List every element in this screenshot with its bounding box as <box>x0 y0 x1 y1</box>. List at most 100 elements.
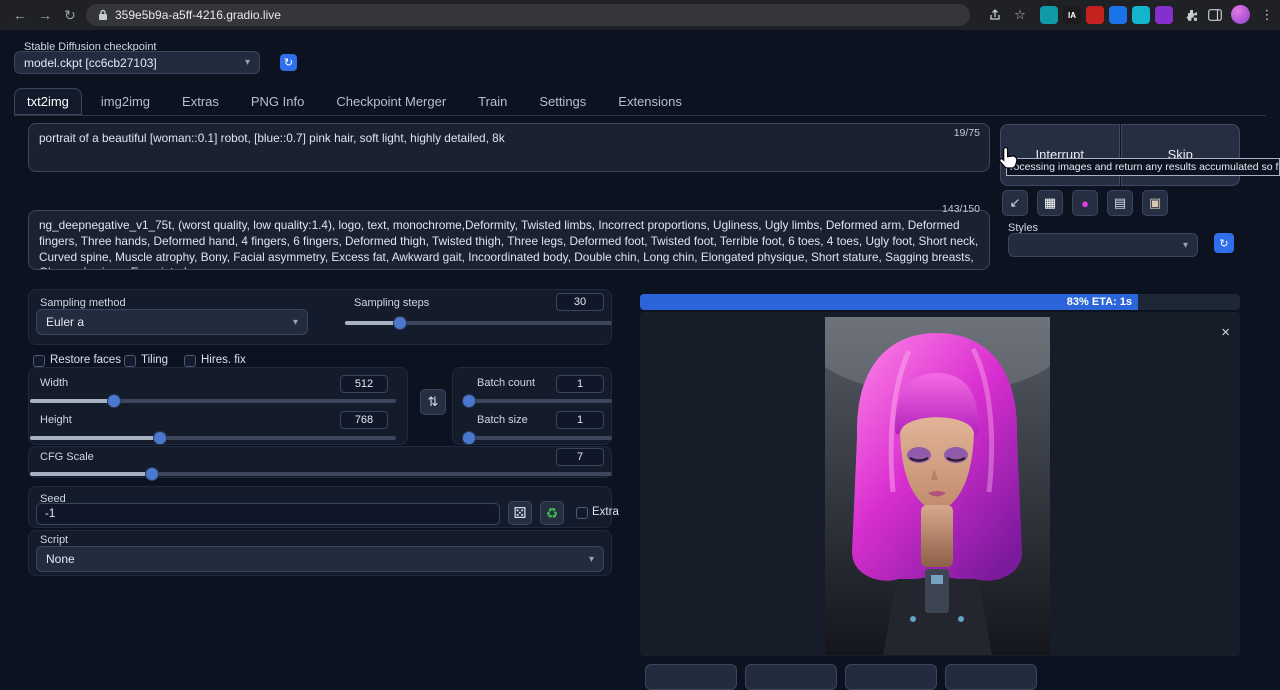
bottom-action-button[interactable] <box>645 664 737 690</box>
output-gallery: × <box>640 312 1240 656</box>
bookmark-star-icon[interactable]: ☆ <box>1010 5 1030 25</box>
chevron-down-icon: ▾ <box>293 317 298 328</box>
sampling-method-dropdown[interactable]: Euler a ▾ <box>36 309 308 335</box>
chevron-down-icon: ▾ <box>1183 240 1188 251</box>
batch-size-input[interactable] <box>556 411 604 429</box>
height-label: Height <box>40 414 72 426</box>
checkpoint-dropdown[interactable]: model.ckpt [cc6cb27103] ▾ <box>14 51 260 74</box>
width-slider[interactable] <box>30 394 396 408</box>
extension-purple-icon[interactable] <box>1155 6 1173 24</box>
main-tabs: txt2img img2img Extras PNG Info Checkpoi… <box>14 88 1266 116</box>
sampling-steps-label: Sampling steps <box>354 297 429 309</box>
slider-handle[interactable] <box>146 468 158 480</box>
negative-prompt-textarea[interactable]: ng_deepnegative_v1_75t, (worst quality, … <box>28 210 990 270</box>
slider-track[interactable] <box>465 436 612 440</box>
cfg-scale-slider[interactable] <box>30 467 612 481</box>
bottom-action-button[interactable] <box>945 664 1037 690</box>
height-input[interactable] <box>340 411 388 429</box>
interrupt-button[interactable]: Interrupt <box>1000 124 1120 186</box>
refresh-styles-button[interactable]: ↻ <box>1214 233 1234 253</box>
refresh-checkpoints-button[interactable]: ↻ <box>280 54 297 71</box>
tiling-label: Tiling <box>141 354 168 366</box>
chevron-down-icon: ▾ <box>245 57 250 68</box>
tab-extensions[interactable]: Extensions <box>605 88 695 115</box>
slider-handle[interactable] <box>394 317 406 329</box>
tab-train[interactable]: Train <box>465 88 520 115</box>
reuse-seed-recycle-icon[interactable]: ♻ <box>540 501 564 525</box>
script-value: None <box>46 552 75 566</box>
cfg-scale-input[interactable] <box>556 448 604 466</box>
extension-ia-icon[interactable]: IA <box>1063 6 1081 24</box>
tab-png-info[interactable]: PNG Info <box>238 88 317 115</box>
batch-count-label: Batch count <box>477 377 535 389</box>
close-icon[interactable]: × <box>1221 324 1230 341</box>
puzzle-extensions-icon[interactable] <box>1181 5 1201 25</box>
seed-extra-checkbox[interactable] <box>576 507 588 519</box>
browser-forward-button[interactable]: → <box>33 3 57 27</box>
hires-fix-checkbox[interactable] <box>184 355 196 367</box>
styles-dropdown[interactable]: ▾ <box>1008 233 1198 257</box>
tab-img2img[interactable]: img2img <box>88 88 163 115</box>
skip-button[interactable]: Skip <box>1121 124 1241 186</box>
slider-fill <box>345 321 400 325</box>
seed-input[interactable] <box>36 503 500 525</box>
sampling-steps-slider[interactable] <box>345 316 612 330</box>
sampling-steps-input[interactable] <box>556 293 604 311</box>
browser-menu-icon[interactable]: ⋮ <box>1257 5 1277 25</box>
width-label: Width <box>40 377 68 389</box>
cfg-scale-label: CFG Scale <box>40 451 94 463</box>
batch-size-slider[interactable] <box>465 431 612 445</box>
chevron-down-icon: ▾ <box>589 554 594 565</box>
width-input[interactable] <box>340 375 388 393</box>
extension-cyan-icon[interactable] <box>1132 6 1150 24</box>
negative-prompt-token-counter: 143/150 <box>880 203 980 215</box>
bottom-action-button[interactable] <box>845 664 937 690</box>
batch-count-input[interactable] <box>556 375 604 393</box>
bottom-action-button[interactable] <box>745 664 837 690</box>
palette-icon[interactable]: ● <box>1072 190 1098 216</box>
sampling-method-value: Euler a <box>46 315 84 329</box>
restore-faces-checkbox[interactable] <box>33 355 45 367</box>
address-bar[interactable]: 359e5b9a-a5ff-4216.gradio.live <box>86 4 970 26</box>
checkpoint-value: model.ckpt [cc6cb27103] <box>24 56 157 70</box>
hires-fix-label: Hires. fix <box>201 354 246 366</box>
height-slider[interactable] <box>30 431 396 445</box>
seed-extra-label: Extra <box>592 506 619 518</box>
random-seed-dice-icon[interactable]: ⚄ <box>508 501 532 525</box>
prompt-token-counter: 19/75 <box>880 127 980 139</box>
extension-red-icon[interactable] <box>1086 6 1104 24</box>
batch-size-label: Batch size <box>477 414 528 426</box>
grid-art-icon[interactable]: ▦ <box>1037 190 1063 216</box>
tab-extras[interactable]: Extras <box>169 88 232 115</box>
slider-fill <box>30 399 114 403</box>
browser-back-button[interactable]: ← <box>8 3 32 27</box>
browser-toolbar: ← → ↻ 359e5b9a-a5ff-4216.gradio.live ☆ I… <box>0 0 1280 30</box>
slider-track[interactable] <box>465 399 612 403</box>
tab-txt2img[interactable]: txt2img <box>14 88 82 115</box>
slider-handle[interactable] <box>463 432 475 444</box>
generated-image-preview[interactable] <box>825 317 1050 655</box>
slider-fill <box>30 436 160 440</box>
paste-params-icon[interactable]: ↙ <box>1002 190 1028 216</box>
side-panel-icon[interactable] <box>1205 5 1225 25</box>
extension-blue-icon[interactable] <box>1109 6 1127 24</box>
tiling-checkbox[interactable] <box>124 355 136 367</box>
browser-reload-button[interactable]: ↻ <box>58 3 82 27</box>
card-icon[interactable]: ▤ <box>1107 190 1133 216</box>
prompt-textarea[interactable]: portrait of a beautiful [woman::0.1] rob… <box>28 123 990 172</box>
extension-teal-icon[interactable] <box>1040 6 1058 24</box>
save-style-icon[interactable]: ▣ <box>1142 190 1168 216</box>
slider-handle[interactable] <box>154 432 166 444</box>
restore-faces-label: Restore faces <box>50 354 121 366</box>
slider-handle[interactable] <box>463 395 475 407</box>
lock-icon <box>98 9 108 21</box>
batch-count-slider[interactable] <box>465 394 612 408</box>
tab-settings[interactable]: Settings <box>526 88 599 115</box>
profile-avatar[interactable] <box>1231 5 1250 24</box>
slider-handle[interactable] <box>108 395 120 407</box>
slider-fill <box>30 472 152 476</box>
tab-checkpoint-merger[interactable]: Checkpoint Merger <box>323 88 459 115</box>
script-dropdown[interactable]: None ▾ <box>36 546 604 572</box>
share-icon[interactable] <box>985 5 1005 25</box>
swap-dimensions-button[interactable]: ⇅ <box>420 389 446 415</box>
